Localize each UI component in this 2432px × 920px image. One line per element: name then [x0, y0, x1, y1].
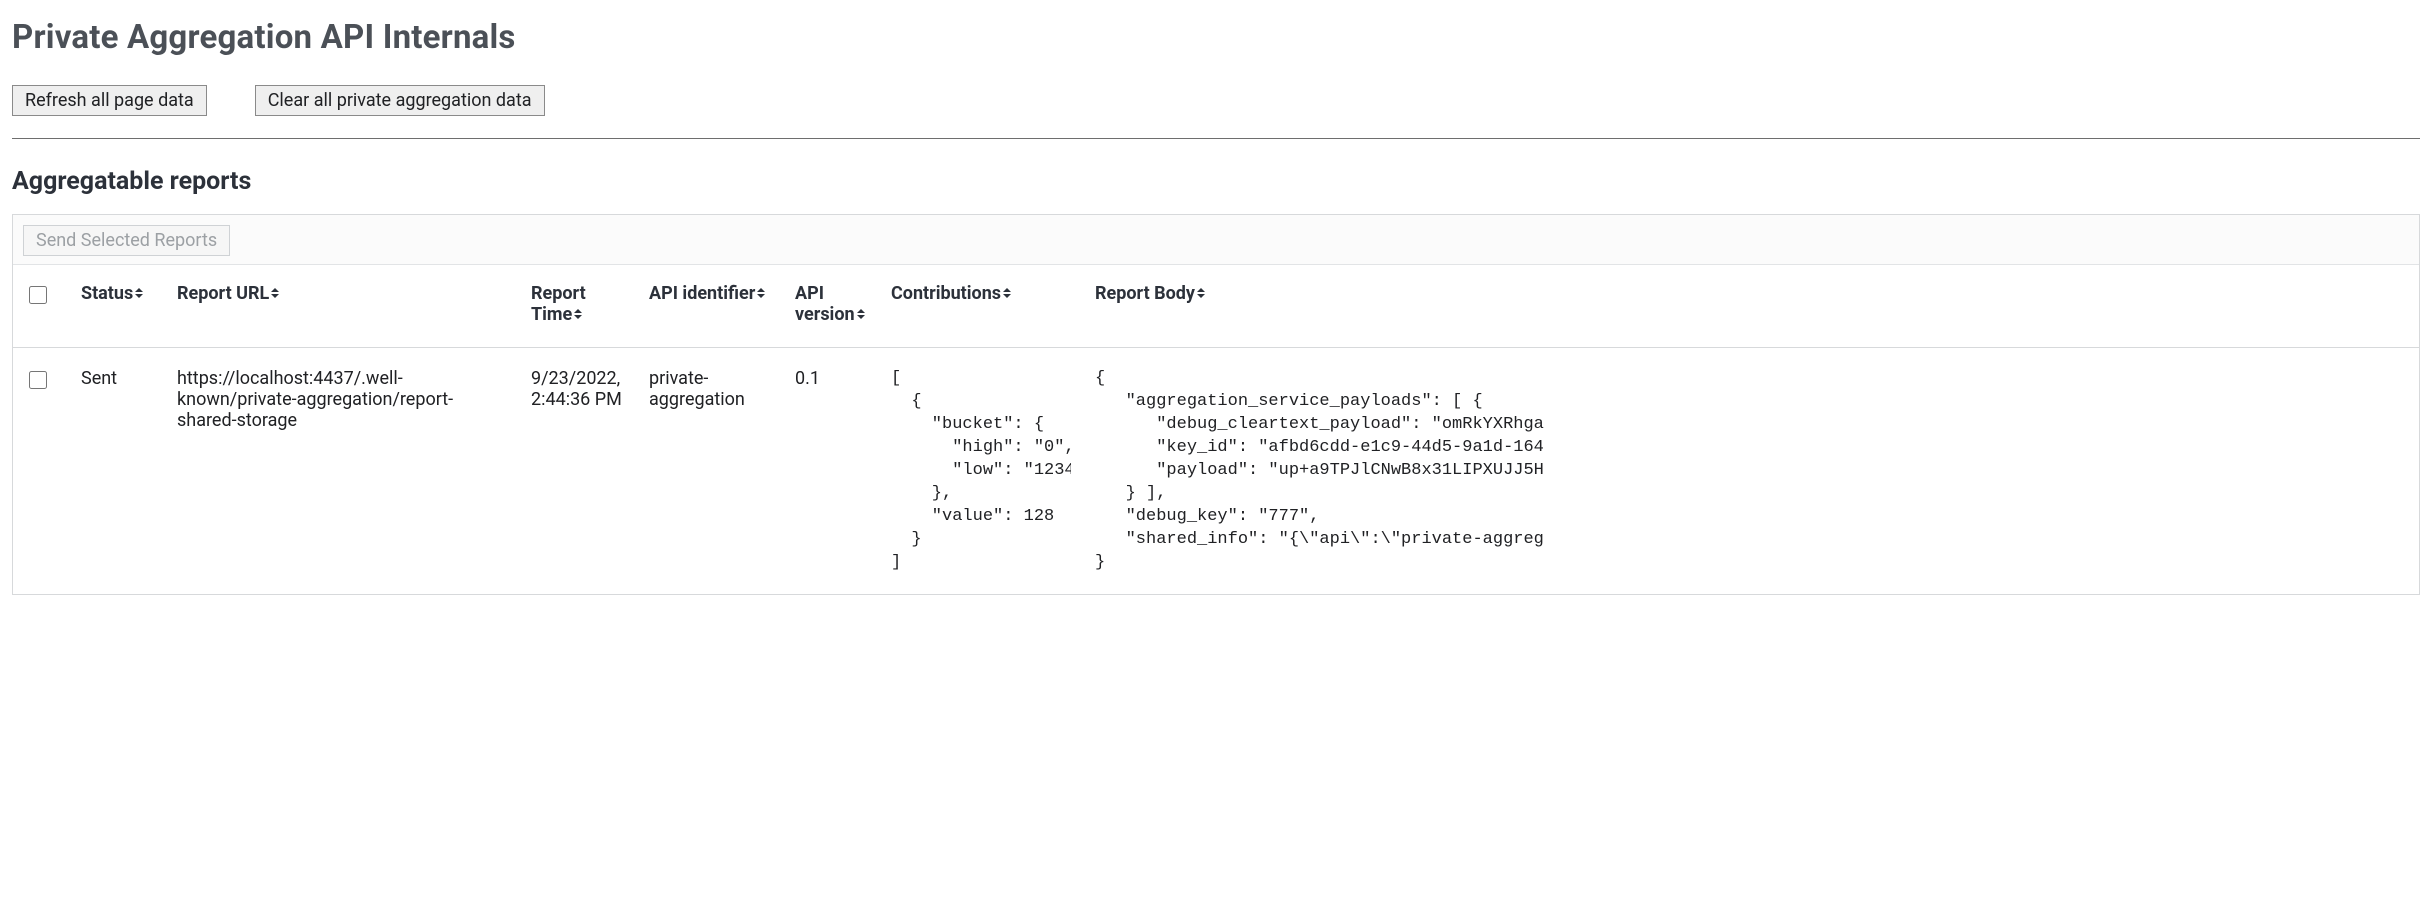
row-checkbox[interactable]: [29, 371, 47, 389]
column-header-report-body[interactable]: Report Body: [1083, 265, 2419, 348]
table-header-row: Status Report URL Report Time API identi…: [13, 265, 2419, 348]
sort-icon: [574, 309, 582, 321]
cell-api-identifier: private-aggregation: [637, 348, 783, 595]
cell-contributions: [ { "bucket": { "high": "0", "low": "123…: [879, 348, 1083, 595]
contributions-pre: [ { "bucket": { "high": "0", "low": "123…: [891, 368, 1071, 574]
refresh-button[interactable]: Refresh all page data: [12, 85, 207, 116]
column-label: Contributions: [891, 283, 1001, 304]
page-title: Private Aggregation API Internals: [12, 18, 2420, 57]
cell-report-body: { "aggregation_service_payloads": [ { "d…: [1083, 348, 2419, 595]
section-title: Aggregatable reports: [12, 167, 2420, 196]
table-row: Sent https://localhost:4437/.well-known/…: [13, 348, 2419, 595]
column-label: API version: [795, 283, 855, 325]
send-selected-button[interactable]: Send Selected Reports: [23, 225, 230, 256]
column-label: Status: [81, 283, 133, 304]
sort-icon: [757, 288, 765, 300]
cell-api-version: 0.1: [783, 348, 879, 595]
column-header-report-url[interactable]: Report URL: [165, 265, 519, 348]
top-toolbar: Refresh all page data Clear all private …: [12, 85, 2420, 116]
sort-icon: [857, 309, 865, 321]
select-all-header: [13, 265, 69, 348]
select-all-checkbox[interactable]: [29, 286, 47, 304]
clear-button[interactable]: Clear all private aggregation data: [255, 85, 545, 116]
column-header-contributions[interactable]: Contributions: [879, 265, 1083, 348]
column-header-api-identifier[interactable]: API identifier: [637, 265, 783, 348]
sort-icon: [271, 288, 279, 300]
column-header-report-time[interactable]: Report Time: [519, 265, 637, 348]
reports-table: Status Report URL Report Time API identi…: [13, 265, 2419, 594]
column-label: Report Body: [1095, 283, 1195, 304]
report-body-pre: { "aggregation_service_payloads": [ { "d…: [1095, 368, 2407, 574]
reports-panel: Send Selected Reports Status Report URL: [12, 214, 2420, 595]
sort-icon: [1197, 288, 1205, 300]
sort-icon: [135, 288, 143, 300]
column-label: API identifier: [649, 283, 755, 304]
divider: [12, 138, 2420, 139]
column-label: Report URL: [177, 283, 269, 304]
cell-status: Sent: [69, 348, 165, 595]
column-header-api-version[interactable]: API version: [783, 265, 879, 348]
sort-icon: [1003, 288, 1011, 300]
cell-report-time: 9/23/2022, 2:44:36 PM: [519, 348, 637, 595]
cell-report-url: https://localhost:4437/.well-known/priva…: [165, 348, 519, 595]
column-header-status[interactable]: Status: [69, 265, 165, 348]
